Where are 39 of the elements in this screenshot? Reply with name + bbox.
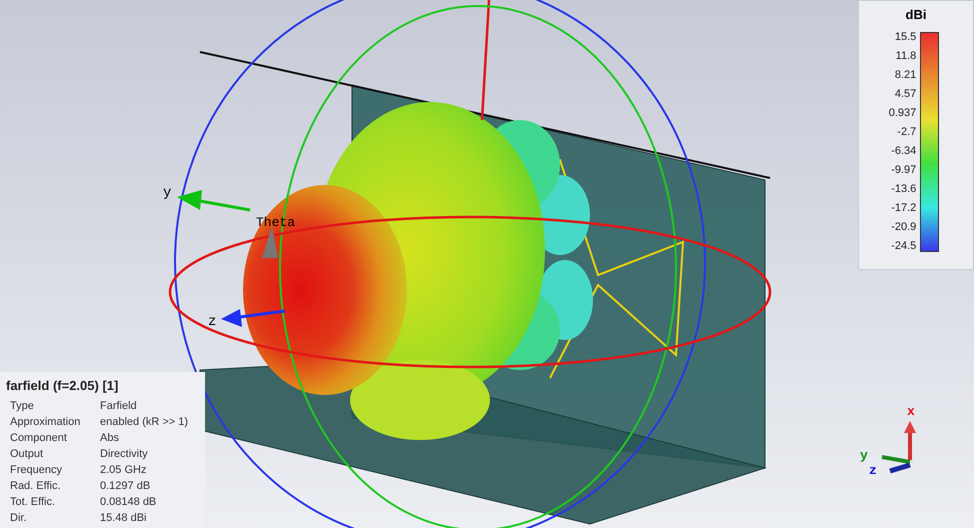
theta-arrow-icon [262, 226, 278, 258]
legend-tick-label: 11.8 [896, 50, 916, 62]
legend-tick-label: -6.34 [891, 144, 916, 157]
y-arrow-icon [177, 190, 250, 212]
z-axis-label: z [869, 463, 877, 478]
info-label: Frequency [10, 462, 63, 478]
legend-tick-label: 15.5 [894, 30, 916, 42]
legend-tick-label: 8.21 [894, 68, 916, 81]
z-arrow-icon [221, 309, 286, 327]
info-value: Farfield [100, 398, 137, 414]
info-value: Abs [100, 430, 119, 446]
info-label: Rad. Effic. [10, 478, 62, 494]
info-label: Tot. Effic. [10, 494, 56, 510]
legend-tick-label: -17.2 [891, 202, 916, 214]
legend-tick-label: -2.7 [897, 126, 916, 138]
legend-tick-label: -24.5 [891, 240, 916, 252]
legend-tick-label: -20.9 [891, 221, 916, 234]
x-axis-label: x [907, 404, 915, 419]
info-label: Approximation [10, 414, 82, 430]
info-value: 0.08148 dB [100, 494, 156, 510]
info-value: 15.48 dBi [100, 510, 146, 526]
info-label: Output [10, 446, 44, 462]
legend-tick-label: -9.97 [891, 164, 916, 176]
info-value: Directivity [100, 446, 148, 462]
orientation-triad-drawing [882, 421, 916, 474]
z-axis-label: z [208, 314, 216, 330]
info-label: Type [10, 398, 35, 414]
info-label: Component [10, 430, 68, 446]
info-value: 2.05 GHz [100, 462, 146, 478]
y-axis-label: y [860, 448, 868, 463]
legend-unit: dBi [906, 6, 926, 24]
info-label: Dir. [10, 510, 28, 526]
info-title: farfield (f=2.05) [1] [6, 377, 120, 395]
legend-tick-label: -13.6 [891, 183, 916, 196]
info-value: 0.1297 dB [100, 478, 150, 494]
legend-tick-label: 0.937 [888, 106, 916, 119]
legend-tick-label: 4.57 [894, 88, 916, 100]
info-value: enabled (kR >> 1) [100, 414, 188, 430]
y-axis-label: y [163, 185, 172, 201]
